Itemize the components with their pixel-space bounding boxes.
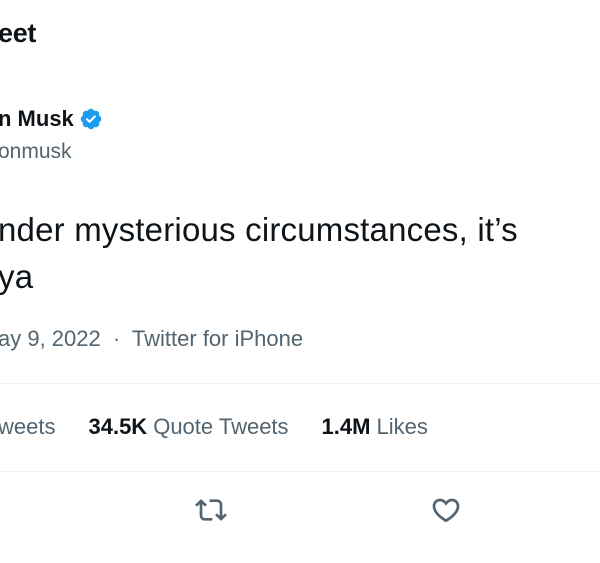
retweet-button[interactable] [193, 492, 229, 528]
divider-bottom [0, 471, 600, 472]
tweet-stats: weets 34.5K Quote Tweets 1.4M Likes [0, 414, 461, 440]
likes-stat[interactable]: 1.4M Likes [322, 414, 428, 440]
retweets-label: weets [0, 414, 56, 439]
likes-label: Likes [376, 414, 428, 439]
quote-tweets-stat[interactable]: 34.5K Quote Tweets [88, 414, 288, 440]
verified-badge-icon [79, 107, 103, 131]
tweet-detail-view: eet n Musk onmusk nder mysterious circum… [0, 0, 600, 563]
tweet-date[interactable]: ay 9, 2022 [0, 326, 101, 351]
author-display-name[interactable]: n Musk [0, 106, 74, 132]
tweet-text-line-1: nder mysterious circumstances, it’s [0, 211, 518, 248]
retweets-stat[interactable]: weets [0, 414, 55, 440]
quote-tweets-label: Quote Tweets [153, 414, 289, 439]
divider-top [0, 383, 600, 384]
tweet-text-line-2: ya [0, 258, 34, 295]
page-title: eet [0, 18, 37, 48]
tweet-text: nder mysterious circumstances, it’s ya [0, 206, 518, 300]
tweet-meta: ay 9, 2022 · Twitter for iPhone [0, 326, 303, 352]
tweet-source[interactable]: Twitter for iPhone [132, 326, 303, 351]
like-button[interactable] [428, 492, 464, 528]
heart-icon [430, 494, 462, 526]
retweet-icon [195, 494, 227, 526]
meta-separator: · [112, 326, 121, 351]
quote-tweets-count: 34.5K [88, 414, 148, 439]
author-name-row[interactable]: n Musk [0, 106, 103, 132]
author-handle[interactable]: onmusk [0, 140, 72, 164]
likes-count: 1.4M [321, 414, 371, 439]
